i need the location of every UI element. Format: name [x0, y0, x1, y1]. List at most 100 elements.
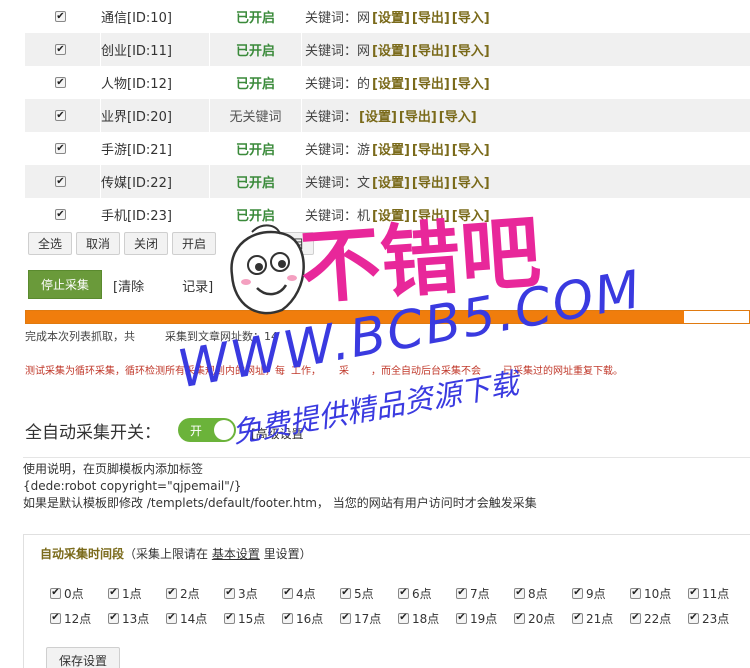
- hour-checkbox[interactable]: ✔ 14点: [166, 610, 224, 626]
- hour-label: 20点: [528, 611, 556, 626]
- schedule-hint-suffix: 里设置）: [259, 547, 312, 561]
- hour-check-icon[interactable]: ✔: [282, 612, 293, 624]
- progress-bar: [25, 310, 750, 324]
- hour-checkbox[interactable]: ✔ 16点: [282, 610, 340, 626]
- keyword-set-link[interactable]: [设置]: [359, 106, 397, 125]
- hour-check-icon[interactable]: ✔: [456, 587, 467, 599]
- keyword-import-link[interactable]: [导入]: [452, 205, 490, 224]
- hour-checkbox[interactable]: ✔ 7点: [456, 585, 514, 601]
- hour-checkbox[interactable]: ✔ 13点: [108, 610, 166, 626]
- category-checkbox[interactable]: ✔: [55, 11, 66, 22]
- hour-checkbox[interactable]: ✔ 11点: [688, 585, 746, 601]
- select-all-button[interactable]: 全选: [28, 232, 73, 255]
- basic-settings-link[interactable]: 基本设置: [212, 547, 260, 561]
- keyword-export-link[interactable]: [导出]: [399, 106, 437, 125]
- keyword-set-link[interactable]: [设置]: [372, 7, 410, 26]
- save-settings-button[interactable]: 保存设置: [46, 647, 120, 668]
- keyword-export-link[interactable]: [导出]: [412, 40, 450, 59]
- hour-check-icon[interactable]: ✔: [108, 587, 119, 599]
- keyword-import-link[interactable]: [导入]: [452, 73, 490, 92]
- hour-label: 3点: [238, 586, 258, 601]
- keyword-set-link[interactable]: [设置]: [372, 172, 410, 191]
- keyword-export-link[interactable]: [导出]: [412, 73, 450, 92]
- category-name: 手机[ID:23]: [101, 198, 210, 231]
- stop-collect-button[interactable]: 停止采集: [28, 270, 102, 299]
- hour-check-icon[interactable]: ✔: [282, 587, 293, 599]
- hour-label: 12点: [64, 611, 92, 626]
- more-categories-button[interactable]: 个栏目: [258, 232, 315, 255]
- hour-label: 10点: [644, 586, 672, 601]
- hour-check-icon[interactable]: ✔: [572, 587, 583, 599]
- keyword-set-link[interactable]: [设置]: [372, 139, 410, 158]
- hour-checkbox[interactable]: ✔ 8点: [514, 585, 572, 601]
- category-row: ✔ 通信[ID:10] 已开启 关键词：网 [设置] [导出] [导入]: [25, 0, 750, 33]
- keyword-import-link[interactable]: [导入]: [452, 40, 490, 59]
- hour-check-icon[interactable]: ✔: [340, 587, 351, 599]
- keyword-import-link[interactable]: [导入]: [452, 172, 490, 191]
- hour-check-icon[interactable]: ✔: [398, 612, 409, 624]
- keyword-set-link[interactable]: [设置]: [372, 73, 410, 92]
- keyword-export-link[interactable]: [导出]: [412, 139, 450, 158]
- category-keyword-cell: 关键词：文 [设置] [导出] [导入]: [302, 165, 750, 198]
- hour-check-icon[interactable]: ✔: [224, 587, 235, 599]
- advanced-settings-link[interactable]: [高级设置: [251, 425, 304, 442]
- hour-checkbox[interactable]: ✔ 2点: [166, 585, 224, 601]
- hour-check-icon[interactable]: ✔: [340, 612, 351, 624]
- hour-checkbox[interactable]: ✔ 9点: [572, 585, 630, 601]
- category-status: 已开启: [210, 165, 302, 198]
- hour-check-icon[interactable]: ✔: [166, 612, 177, 624]
- hour-checkbox[interactable]: ✔ 4点: [282, 585, 340, 601]
- keyword-export-link[interactable]: [导出]: [412, 205, 450, 224]
- category-checkbox[interactable]: ✔: [55, 77, 66, 88]
- hour-check-icon[interactable]: ✔: [398, 587, 409, 599]
- hour-check-icon[interactable]: ✔: [630, 612, 641, 624]
- hour-checkbox[interactable]: ✔ 17点: [340, 610, 398, 626]
- hour-checkbox[interactable]: ✔ 10点: [630, 585, 688, 601]
- hour-check-icon[interactable]: ✔: [50, 587, 61, 599]
- hour-checkbox[interactable]: ✔ 3点: [224, 585, 282, 601]
- category-checkbox[interactable]: ✔: [55, 176, 66, 187]
- hour-check-icon[interactable]: ✔: [630, 587, 641, 599]
- keyword-export-link[interactable]: [导出]: [412, 7, 450, 26]
- close-button[interactable]: 关闭: [124, 232, 169, 255]
- hour-label: 7点: [470, 586, 490, 601]
- category-name: 创业[ID:11]: [101, 33, 210, 66]
- hour-check-icon[interactable]: ✔: [166, 587, 177, 599]
- hour-check-icon[interactable]: ✔: [688, 612, 699, 624]
- hour-checkbox[interactable]: ✔ 1点: [108, 585, 166, 601]
- keyword-set-link[interactable]: [设置]: [372, 205, 410, 224]
- category-checkbox[interactable]: ✔: [55, 143, 66, 154]
- hour-check-icon[interactable]: ✔: [514, 612, 525, 624]
- hour-checkbox[interactable]: ✔ 18点: [398, 610, 456, 626]
- hour-checkbox[interactable]: ✔ 15点: [224, 610, 282, 626]
- hour-checkbox[interactable]: ✔ 19点: [456, 610, 514, 626]
- open-button[interactable]: 开启: [172, 232, 217, 255]
- cancel-button[interactable]: 取消: [76, 232, 121, 255]
- hour-check-icon[interactable]: ✔: [108, 612, 119, 624]
- keyword-set-link[interactable]: [设置]: [372, 40, 410, 59]
- hour-check-icon[interactable]: ✔: [456, 612, 467, 624]
- category-checkbox[interactable]: ✔: [55, 209, 66, 220]
- keyword-import-link[interactable]: [导入]: [452, 139, 490, 158]
- hour-checkbox[interactable]: ✔ 23点: [688, 610, 746, 626]
- hour-checkbox[interactable]: ✔ 6点: [398, 585, 456, 601]
- auto-collect-toggle[interactable]: 开: [178, 418, 236, 442]
- clear-records-link[interactable]: [清除 记录]: [113, 276, 213, 295]
- hour-checkbox[interactable]: ✔ 21点: [572, 610, 630, 626]
- category-checkbox[interactable]: ✔: [55, 110, 66, 121]
- hour-checkbox[interactable]: ✔ 0点: [50, 585, 108, 601]
- keyword-export-link[interactable]: [导出]: [412, 172, 450, 191]
- hour-check-icon[interactable]: ✔: [224, 612, 235, 624]
- hour-checkbox[interactable]: ✔ 12点: [50, 610, 108, 626]
- hour-check-icon[interactable]: ✔: [50, 612, 61, 624]
- hour-checkbox[interactable]: ✔ 20点: [514, 610, 572, 626]
- keyword-import-link[interactable]: [导入]: [452, 7, 490, 26]
- hour-checkbox[interactable]: ✔ 22点: [630, 610, 688, 626]
- category-check-cell: ✔: [25, 99, 101, 132]
- hour-check-icon[interactable]: ✔: [572, 612, 583, 624]
- hour-checkbox[interactable]: ✔ 5点: [340, 585, 398, 601]
- hour-check-icon[interactable]: ✔: [688, 587, 699, 599]
- keyword-import-link[interactable]: [导入]: [439, 106, 477, 125]
- category-checkbox[interactable]: ✔: [55, 44, 66, 55]
- hour-check-icon[interactable]: ✔: [514, 587, 525, 599]
